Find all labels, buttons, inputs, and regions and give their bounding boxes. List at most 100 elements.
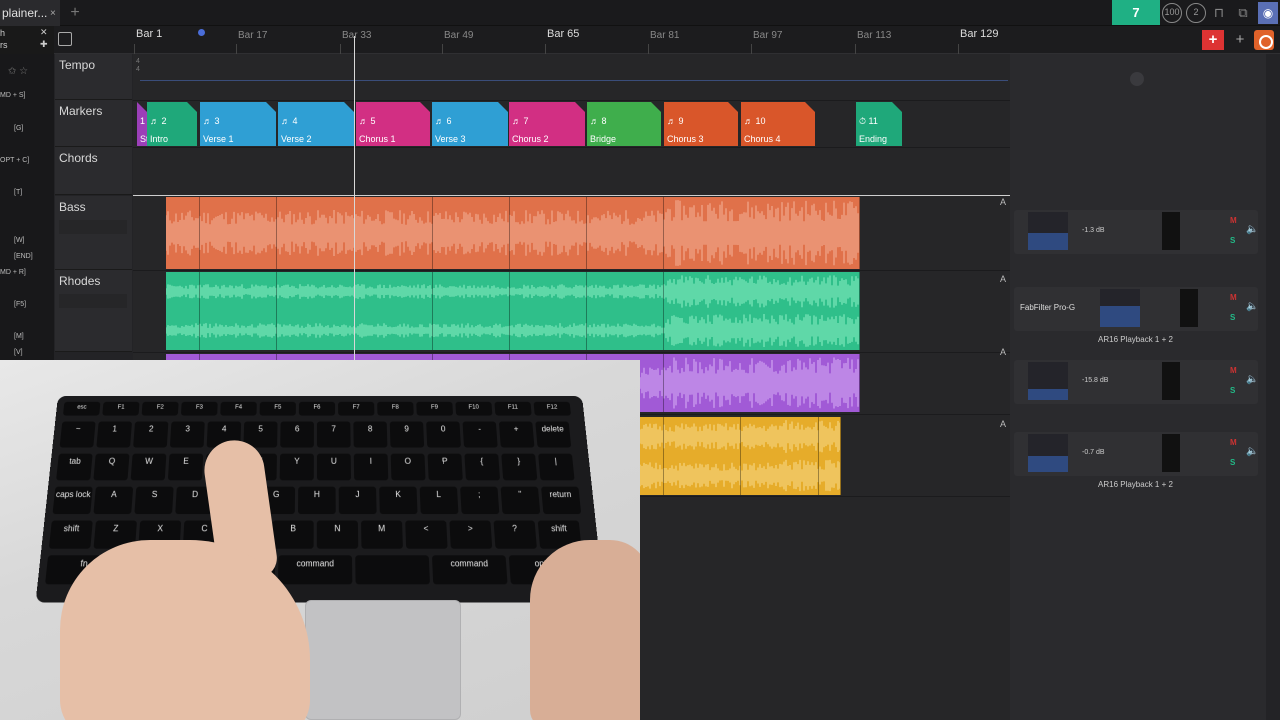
output-routing-label[interactable]: AR16 Playback 1 + 2 [1098, 335, 1173, 344]
marker-11[interactable]: ⏱ 11 Ending [856, 102, 902, 146]
marker-3[interactable]: ♬ 3 Verse 1 [200, 102, 276, 146]
track-header-bass[interactable]: Bass [55, 196, 132, 270]
keyboard-key: E [167, 453, 204, 481]
rhodes-audio-clip[interactable] [166, 272, 860, 350]
waveform-lane [166, 200, 859, 266]
keyboard-key: > [449, 520, 493, 549]
guitar-audio-clip[interactable] [630, 417, 841, 495]
track-name: Markers [59, 104, 103, 118]
ruler-tick [751, 44, 752, 54]
automation-toggle[interactable]: A [1000, 274, 1006, 284]
mute-button[interactable]: M [1230, 438, 1240, 448]
track-header-rhodes[interactable]: Rhodes [55, 270, 132, 352]
keyboard-key: Y [279, 453, 314, 481]
mixer-strip[interactable]: FabFilter Pro-G M S 🔈 [1014, 287, 1258, 331]
track-header-tempo[interactable]: Tempo [55, 54, 132, 100]
clip-section-divider [818, 417, 819, 495]
solo-button[interactable]: S [1230, 386, 1240, 396]
mixer-toggle-icon[interactable]: ⊓ [1210, 4, 1228, 22]
daw-window: plainer... × + 7 100 2 ⊓ ⧉ ◉ h rs ✕ ✚ Ba… [0, 0, 1280, 720]
close-icon[interactable]: ✕ [40, 27, 48, 38]
marker-9[interactable]: ♬ 9 Chorus 3 [664, 102, 738, 146]
speaker-icon[interactable]: 🔈 [1246, 224, 1258, 235]
plugin-slot[interactable]: FabFilter Pro-G [1020, 303, 1075, 312]
volume-fader[interactable] [1100, 289, 1140, 327]
level-100-button[interactable]: 100 [1162, 3, 1182, 23]
ruler-bar-label: Bar 1 [136, 28, 163, 40]
ruler-tick [648, 44, 649, 54]
keyboard-key: < [405, 520, 448, 549]
marker-6[interactable]: ♬ 6 Verse 3 [432, 102, 508, 146]
mixer-strip[interactable]: -15.8 dB M S 🔈 [1014, 360, 1258, 404]
solo-button[interactable]: S [1230, 313, 1240, 323]
solo-button[interactable]: S [1230, 236, 1240, 246]
track-header-chords[interactable]: Chords [55, 147, 132, 195]
mixer-strip[interactable]: -1.3 dB M S 🔈 [1014, 210, 1258, 254]
mixer-strip[interactable]: -0.7 dB M S 🔈 [1014, 432, 1258, 476]
keyboard-key: M [361, 520, 403, 549]
marker-2[interactable]: ♬ 2 Intro [147, 102, 197, 146]
marker-8[interactable]: ♬ 8 Bridge [587, 102, 661, 146]
track-header-markers[interactable]: Markers [55, 100, 132, 147]
mute-button[interactable]: M [1230, 293, 1240, 303]
automation-toggle[interactable]: A [1000, 347, 1006, 357]
keyboard-key: tab [56, 453, 93, 481]
add-icon[interactable]: ✚ [40, 39, 48, 50]
bass-audio-clip[interactable] [166, 197, 860, 269]
marker-4[interactable]: ♬ 4 Verse 2 [278, 102, 354, 146]
ruler-bar-label: Bar 49 [444, 30, 474, 41]
keyboard-video-overlay: esc F1 F2 F3 F4 F5 F6 F7 F8 F9 F10 F11 F12 ~1 2 3 4 5 6 7 8 9… [0, 360, 640, 720]
automation-toggle[interactable]: A [1000, 197, 1006, 207]
shortcut-hint: [END] [14, 253, 33, 260]
output-routing-label[interactable]: AR16 Playback 1 + 2 [1098, 480, 1173, 489]
favorite-star-icon[interactable]: ✩ ☆ [8, 66, 28, 77]
volume-fader[interactable] [1028, 212, 1068, 250]
window-layout-icon[interactable]: ⧉ [1234, 4, 1252, 22]
new-tab-button[interactable]: + [66, 4, 84, 22]
speaker-icon[interactable]: 🔈 [1246, 374, 1258, 385]
ruler-tick [340, 44, 341, 54]
marker-5[interactable]: ♬ 5 Chorus 1 [356, 102, 430, 146]
ruler-tick [958, 44, 959, 54]
shortcut-hint: [M] [14, 333, 24, 340]
solo-button[interactable]: S [1230, 458, 1240, 468]
speaker-icon[interactable]: 🔈 [1246, 301, 1258, 312]
level-2-button[interactable]: 2 [1186, 3, 1206, 23]
timeline-ruler[interactable]: h rs ✕ ✚ Bar 1 Bar 17 Bar 33 Bar 49 Bar 65 Ba… [0, 26, 1280, 54]
shortcut-hint: [F5] [14, 301, 27, 308]
playhead[interactable] [354, 36, 355, 366]
keyboard-key: I [353, 453, 389, 481]
close-tab-icon[interactable]: × [50, 8, 56, 19]
track-name: Chords [59, 151, 98, 165]
tempo-knob-icon[interactable] [1130, 72, 1144, 86]
automation-toggle[interactable]: A [1000, 419, 1006, 429]
mute-button[interactable]: M [1230, 216, 1240, 226]
add-track-button[interactable]: + [1202, 30, 1224, 50]
marker-7[interactable]: ♬ 7 Chorus 2 [509, 102, 585, 146]
track-input-slot[interactable] [59, 294, 127, 308]
clip-section-divider [509, 272, 510, 350]
waveform-lane [630, 459, 840, 492]
keyboard-key: " [500, 486, 541, 515]
tempo-automation-line[interactable] [140, 80, 1008, 81]
speaker-icon[interactable]: 🔈 [1246, 446, 1258, 457]
track-input-slot[interactable] [59, 220, 127, 234]
waveform-lane [166, 275, 859, 308]
record-icon[interactable] [1254, 30, 1274, 50]
track-name: Tempo [59, 58, 96, 72]
marker-label: Verse 3 [435, 134, 466, 144]
eye-icon[interactable]: ◉ [1258, 2, 1278, 24]
fader-fill [1100, 306, 1140, 327]
volume-db-readout: -1.3 dB [1082, 227, 1105, 234]
snap-toggle-icon[interactable] [58, 32, 72, 46]
keyboard-key: B [272, 520, 314, 549]
volume-db-readout: -15.8 dB [1082, 377, 1109, 384]
add-button[interactable]: + [1230, 30, 1250, 50]
volume-fader[interactable] [1028, 434, 1068, 472]
ruler-bar-label: Bar 33 [342, 30, 372, 41]
notification-count-badge[interactable]: 7 [1112, 0, 1160, 25]
mute-button[interactable]: M [1230, 366, 1240, 376]
loop-start-marker[interactable] [198, 29, 205, 36]
marker-10[interactable]: ♬ 10 Chorus 4 [741, 102, 815, 146]
volume-fader[interactable] [1028, 362, 1068, 400]
